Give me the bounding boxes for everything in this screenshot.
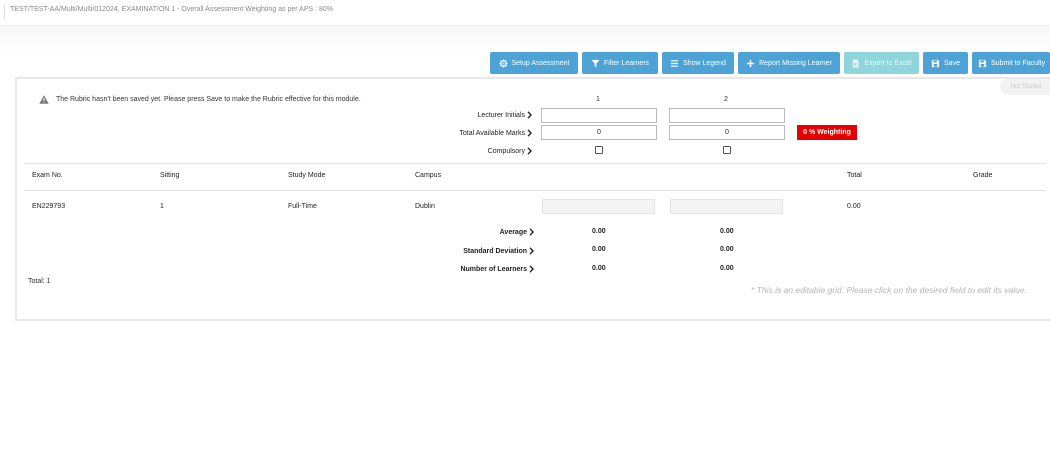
setup-assessment-label: Setup Assessment bbox=[511, 59, 570, 67]
compulsory-checkbox-1[interactable] bbox=[595, 146, 603, 154]
editable-grid-hint: * This is an editable grid. Please click… bbox=[751, 285, 1027, 295]
plus-icon bbox=[747, 59, 755, 67]
average-row-label: Average bbox=[500, 228, 534, 236]
number-of-learners-value-2: 0.00 bbox=[720, 265, 734, 272]
total-learners-count: Total: 1 bbox=[28, 278, 51, 285]
floppy-disk-icon bbox=[931, 59, 940, 67]
grid-top-divider bbox=[24, 163, 1046, 164]
save-label: Save bbox=[944, 59, 960, 67]
excel-file-icon bbox=[853, 58, 860, 68]
lecturer-initials-label: Lecturer Initials bbox=[477, 111, 525, 119]
submit-to-faculty-button[interactable]: Submit to Faculty bbox=[972, 52, 1050, 74]
header-exam-no[interactable]: Exam No. bbox=[32, 172, 63, 179]
total-available-marks-input-2[interactable]: 0 bbox=[669, 125, 785, 140]
total-available-marks-row-label: Total Available Marks bbox=[459, 129, 532, 137]
export-to-excel-label: Export to Excel bbox=[864, 59, 912, 67]
save-button[interactable]: Save bbox=[923, 52, 968, 74]
show-legend-button[interactable]: Show Legend bbox=[662, 52, 734, 74]
standard-deviation-label: Standard Deviation bbox=[463, 247, 527, 255]
standard-deviation-value-2: 0.00 bbox=[720, 246, 734, 253]
header-grade[interactable]: Grade bbox=[973, 172, 992, 179]
top-bar: TEST/TEST-AA/Multi/Multi/012024, EXAMINA… bbox=[0, 0, 1050, 26]
header-campus[interactable]: Campus bbox=[415, 172, 441, 179]
weighting-badge: 0 % Weighting bbox=[797, 125, 857, 140]
filter-learners-label: Filter Learners bbox=[603, 59, 650, 67]
chevron-right-icon bbox=[527, 129, 532, 137]
compulsory-row-label: Compulsory bbox=[488, 147, 532, 155]
top-bar-divider bbox=[4, 5, 5, 19]
breadcrumb: TEST/TEST-AA/Multi/Multi/012024, EXAMINA… bbox=[10, 6, 334, 13]
standard-deviation-value-1: 0.00 bbox=[592, 246, 606, 253]
total-available-marks-input-1[interactable]: 0 bbox=[541, 125, 657, 140]
chevron-right-icon bbox=[529, 265, 534, 273]
component-column-2-header: 2 bbox=[724, 96, 728, 103]
rubric-warning-message: The Rubric hasn't been saved yet. Please… bbox=[56, 96, 361, 103]
export-to-excel-button[interactable]: Export to Excel bbox=[844, 52, 919, 74]
filter-icon bbox=[591, 59, 600, 67]
grid-header-divider bbox=[24, 190, 1046, 191]
lecturer-initials-input-1[interactable] bbox=[541, 108, 657, 123]
compulsory-label: Compulsory bbox=[487, 147, 525, 155]
status-badge: Not Started bbox=[1000, 79, 1050, 95]
report-missing-learner-label: Report Missing Learner bbox=[759, 59, 832, 67]
average-label: Average bbox=[499, 228, 527, 236]
campus-cell: Dublin bbox=[415, 203, 435, 210]
submit-to-faculty-label: Submit to Faculty bbox=[991, 59, 1046, 67]
lecturer-initials-row-label: Lecturer Initials bbox=[478, 111, 532, 119]
number-of-learners-value-1: 0.00 bbox=[592, 265, 606, 272]
number-of-learners-row-label: Number of Learners bbox=[460, 265, 534, 273]
sitting-cell: 1 bbox=[160, 203, 164, 210]
study-mode-cell: Full-Time bbox=[288, 203, 317, 210]
total-available-marks-label: Total Available Marks bbox=[459, 129, 525, 137]
mark-cell-2[interactable] bbox=[670, 199, 783, 214]
chevron-right-icon bbox=[529, 247, 534, 255]
number-of-learners-label: Number of Learners bbox=[460, 265, 527, 273]
exam-no-cell: EN229793 bbox=[32, 203, 66, 210]
component-column-1-header: 1 bbox=[596, 96, 600, 103]
header-sitting[interactable]: Sitting bbox=[160, 172, 179, 179]
gear-icon bbox=[498, 58, 508, 68]
average-value-2: 0.00 bbox=[720, 228, 734, 235]
compulsory-checkbox-2[interactable] bbox=[723, 146, 731, 154]
report-missing-learner-button[interactable]: Report Missing Learner bbox=[738, 52, 840, 74]
floppy-disk-icon bbox=[978, 59, 987, 67]
toolbar: Setup Assessment Filter Learners Show Le… bbox=[0, 52, 1050, 74]
chevron-right-icon bbox=[527, 111, 532, 119]
chevron-right-icon bbox=[527, 147, 532, 155]
chevron-right-icon bbox=[529, 228, 534, 236]
menu-icon bbox=[670, 59, 679, 67]
warning-icon bbox=[39, 95, 49, 104]
show-legend-label: Show Legend bbox=[683, 59, 726, 67]
header-study-mode[interactable]: Study Mode bbox=[288, 172, 325, 179]
average-value-1: 0.00 bbox=[592, 228, 606, 235]
lecturer-initials-input-2[interactable] bbox=[669, 108, 785, 123]
header-band bbox=[0, 26, 1050, 52]
setup-assessment-button[interactable]: Setup Assessment bbox=[490, 52, 578, 74]
header-total[interactable]: Total bbox=[847, 172, 862, 179]
total-cell: 0.00 bbox=[847, 203, 861, 210]
standard-deviation-row-label: Standard Deviation bbox=[463, 247, 534, 255]
filter-learners-button[interactable]: Filter Learners bbox=[582, 52, 658, 74]
mark-cell-1[interactable] bbox=[542, 199, 655, 214]
